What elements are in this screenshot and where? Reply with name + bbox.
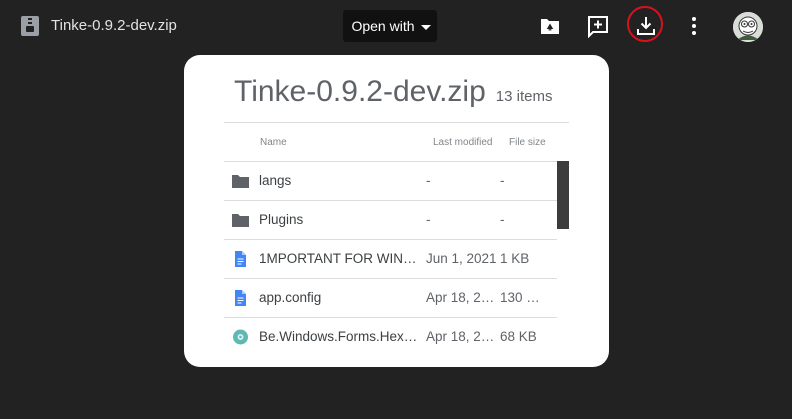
file-size: - xyxy=(500,173,505,188)
file-name: 1MPORTANT FOR WINDOWS xyxy=(259,251,421,266)
download-highlight-circle xyxy=(624,3,666,45)
file-name: Be.Windows.Forms.HexBox.dll xyxy=(259,329,421,344)
archive-name: Tinke-0.9.2-dev.zip xyxy=(234,75,486,108)
file-size: - xyxy=(500,212,505,227)
column-header-size[interactable]: File size xyxy=(509,137,546,148)
file-modified: - xyxy=(426,173,431,188)
document-icon xyxy=(235,290,246,306)
list-item[interactable]: 1MPORTANT FOR WINDOWS Jun 1, 2021 1 KB xyxy=(224,239,557,278)
column-header-modified[interactable]: Last modified xyxy=(433,137,492,148)
add-to-drive-icon[interactable] xyxy=(538,14,562,38)
more-options-icon[interactable] xyxy=(682,14,706,38)
header-divider xyxy=(224,122,569,123)
scrollbar-thumb[interactable] xyxy=(557,161,569,229)
folder-icon xyxy=(232,214,249,227)
file-title: Tinke-0.9.2-dev.zip xyxy=(51,17,177,34)
document-icon xyxy=(235,251,246,267)
file-modified: Apr 18, 2021 xyxy=(426,329,498,344)
open-with-label: Open with xyxy=(351,18,415,34)
file-size: 130 bytes xyxy=(500,290,544,305)
list-item[interactable]: langs - - xyxy=(224,161,557,200)
disc-icon xyxy=(233,329,248,345)
avatar-image xyxy=(733,12,763,42)
list-item[interactable]: Plugins - - xyxy=(224,200,557,239)
file-modified: Apr 18, 2021 xyxy=(426,290,498,305)
file-modified: - xyxy=(426,212,431,227)
open-with-button[interactable]: Open with xyxy=(343,10,437,42)
avatar[interactable] xyxy=(733,12,763,42)
card-title: Tinke-0.9.2-dev.zip 13 items xyxy=(234,75,552,109)
column-header-name[interactable]: Name xyxy=(260,137,287,148)
list-item[interactable]: Be.Windows.Forms.HexBox.dll Apr 18, 2021… xyxy=(224,317,557,356)
file-modified: Jun 1, 2021 xyxy=(426,251,497,266)
caret-down-icon xyxy=(420,24,431,30)
list-item[interactable]: app.config Apr 18, 2021 130 bytes xyxy=(224,278,557,317)
zip-preview-card: Tinke-0.9.2-dev.zip 13 items Name Last m… xyxy=(184,55,609,367)
file-name: Plugins xyxy=(259,212,304,227)
file-name: langs xyxy=(259,173,292,188)
file-name: app.config xyxy=(259,290,322,305)
item-count: 13 items xyxy=(495,88,553,105)
file-list: langs - - Plugins - - 1MPORTANT FOR WIND… xyxy=(224,161,557,356)
file-size: 68 KB xyxy=(500,329,537,344)
archive-file-icon xyxy=(21,16,39,36)
add-comment-icon[interactable] xyxy=(586,14,610,38)
file-size: 1 KB xyxy=(500,251,530,266)
folder-icon xyxy=(232,175,249,188)
top-bar: Tinke-0.9.2-dev.zip Open with xyxy=(0,0,792,52)
